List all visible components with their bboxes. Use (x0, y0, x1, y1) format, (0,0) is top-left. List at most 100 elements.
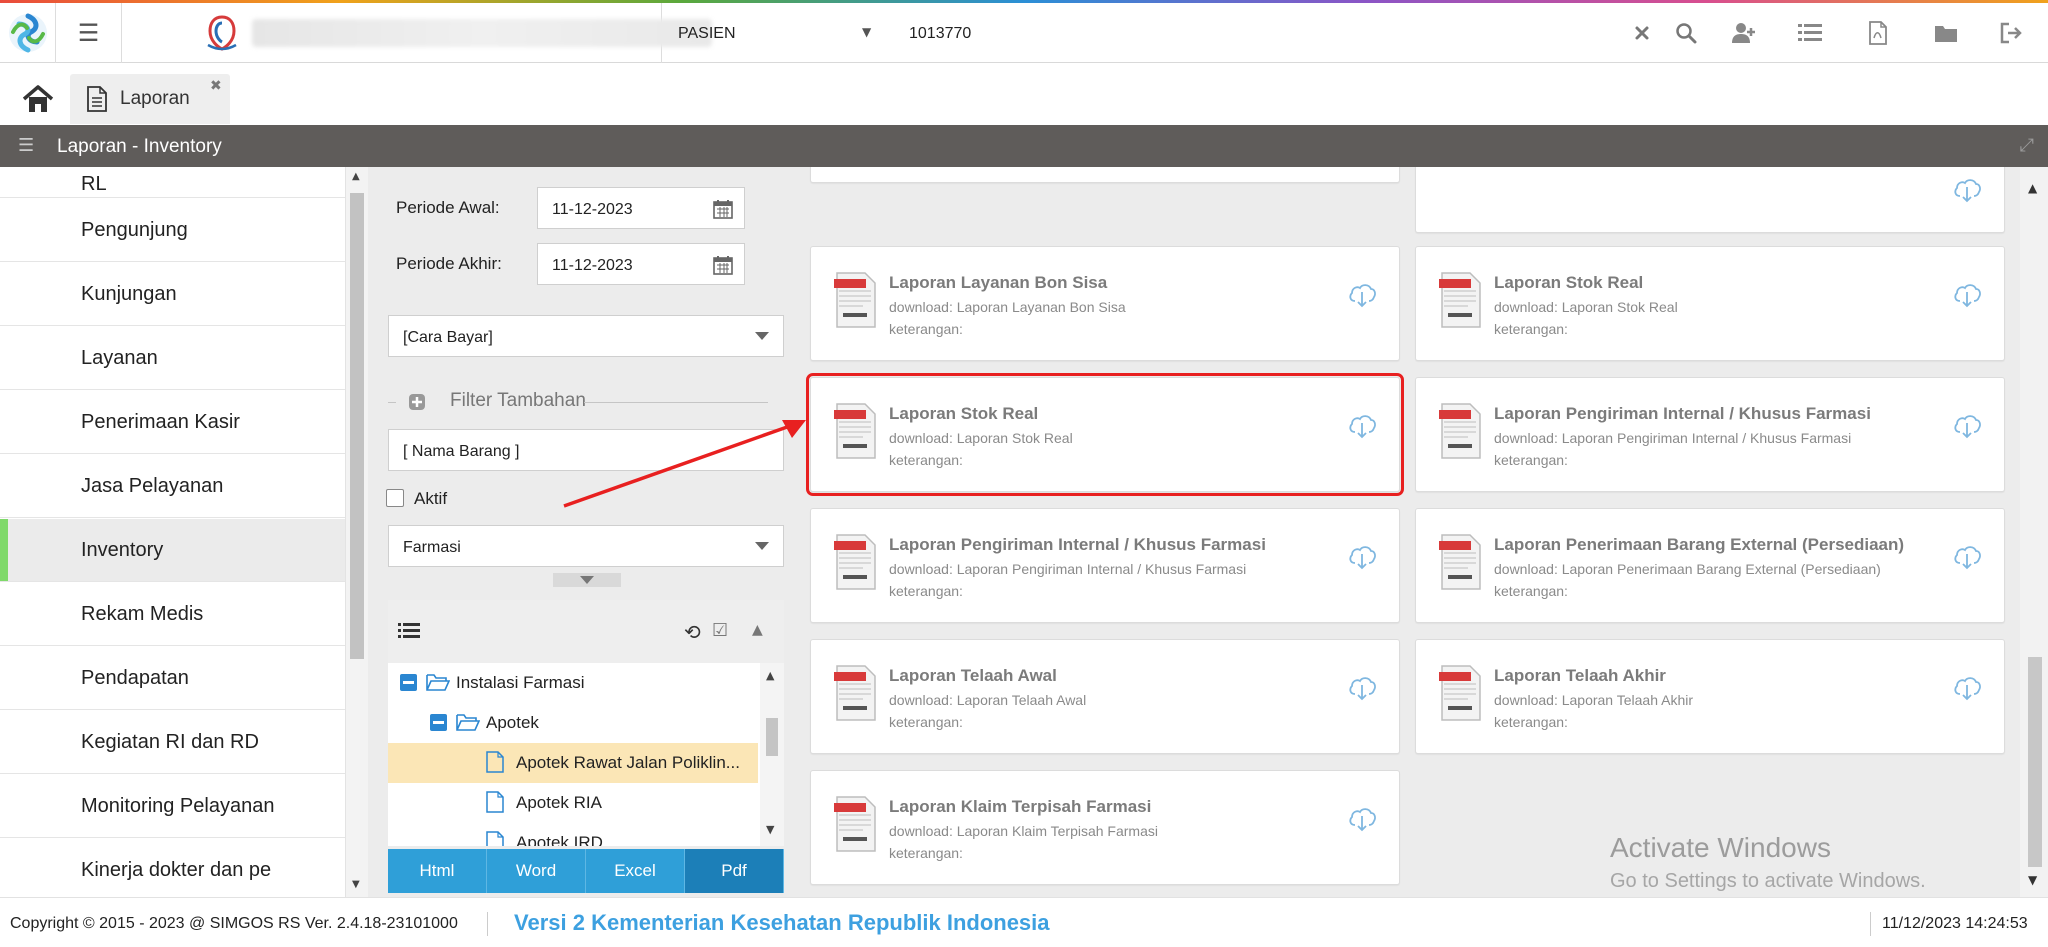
datetime-text: 11/12/2023 14:24:53 (1882, 915, 2028, 932)
collapse-icon[interactable] (430, 714, 447, 731)
file-icon (486, 751, 504, 773)
calendar-icon[interactable] (712, 254, 734, 276)
cloud-download-icon[interactable] (1347, 410, 1377, 440)
tab-label: Laporan (120, 88, 190, 109)
aktif-checkbox[interactable] (386, 489, 404, 507)
nav-item-kunjungan[interactable]: Kunjungan (0, 263, 345, 326)
nav-item-rl[interactable]: RL (0, 167, 345, 198)
cloud-download-icon[interactable] (1952, 672, 1982, 702)
add-user-icon[interactable] (1730, 19, 1758, 47)
nav-item-penerimaan-kasir[interactable]: Penerimaan Kasir (0, 391, 345, 454)
tree-scrollbar[interactable]: ▲ ▼ (760, 663, 784, 846)
chevron-down-icon[interactable]: ▼ (862, 25, 871, 39)
list-icon[interactable] (1796, 19, 1824, 47)
nav-item-inventory[interactable]: Inventory (0, 519, 345, 582)
report-card[interactable]: Laporan Pengiriman Internal / Khusus Far… (810, 508, 1400, 623)
logout-icon[interactable] (1998, 19, 2026, 47)
footer: Copyright © 2015 - 2023 @ SIMGOS RS Ver.… (0, 897, 2048, 947)
scroll-up-icon[interactable]: ▲ (766, 669, 774, 682)
nav-item-pengunjung[interactable]: Pengunjung (0, 199, 345, 262)
jenis-select[interactable]: Farmasi (388, 525, 784, 567)
report-card-partial[interactable] (1415, 167, 2005, 233)
hamburger-menu-button[interactable]: ☰ (56, 3, 122, 63)
cloud-download-icon[interactable] (1952, 174, 1982, 204)
report-list-scrollbar[interactable]: ▲ ▼ (2020, 167, 2048, 897)
scroll-down-icon[interactable]: ▼ (2028, 873, 2037, 887)
calendar-icon[interactable] (712, 198, 734, 220)
filter-tambahan-toggle[interactable]: Filter Tambahan (388, 390, 768, 414)
file-icon (486, 831, 504, 846)
cloud-download-icon[interactable] (1347, 803, 1377, 833)
nav-item-kegiatan-ri-rd[interactable]: Kegiatan RI dan RD (0, 711, 345, 774)
hamburger-icon[interactable]: ☰ (18, 135, 34, 156)
scroll-up-icon[interactable]: ▲ (2028, 181, 2037, 195)
report-card[interactable]: Laporan Telaah Akhir download: Laporan T… (1415, 639, 2005, 754)
tree-node-label: Apotek RIA (516, 793, 602, 812)
nav-item-monitoring-pelayanan[interactable]: Monitoring Pelayanan (0, 775, 345, 838)
report-card[interactable]: Laporan Telaah Awal download: Laporan Te… (810, 639, 1400, 754)
export-excel-button[interactable]: Excel (586, 849, 685, 893)
tree-node-apotek-ird[interactable]: Apotek IRD (388, 823, 758, 846)
nav-scrollbar[interactable]: ▲ ▼ (346, 167, 368, 897)
report-keterangan: keterangan: (1494, 452, 1568, 468)
nav-item-jasa-pelayanan[interactable]: Jasa Pelayanan (0, 455, 345, 518)
search-input[interactable]: 1013770 (909, 25, 971, 43)
cloud-download-icon[interactable] (1347, 672, 1377, 702)
tab-laporan[interactable]: Laporan ✖ (70, 74, 230, 124)
export-word-button[interactable]: Word (487, 849, 586, 893)
home-icon[interactable] (22, 84, 54, 114)
cloud-download-icon[interactable] (1347, 279, 1377, 309)
tree-node-instalasi-farmasi[interactable]: Instalasi Farmasi (388, 663, 758, 703)
cloud-download-icon[interactable] (1952, 279, 1982, 309)
periode-akhir-input[interactable]: 11-12-2023 (537, 243, 745, 285)
export-format-bar: Html Word Excel Pdf (388, 849, 784, 893)
close-icon[interactable]: ✖ (210, 78, 222, 94)
search-icon[interactable] (1672, 19, 1700, 47)
nav-item-rekam-medis[interactable]: Rekam Medis (0, 583, 345, 646)
nav-item-kinerja-dokter[interactable]: Kinerja dokter dan pe (0, 839, 345, 897)
periode-awal-input[interactable]: 11-12-2023 (537, 187, 745, 229)
export-html-button[interactable]: Html (388, 849, 487, 893)
folder-icon[interactable] (1932, 19, 1960, 47)
report-card-highlighted[interactable]: Laporan Stok Real download: Laporan Stok… (806, 373, 1404, 496)
tree-node-apotek-ria[interactable]: Apotek RIA (388, 783, 758, 823)
pdf-report-icon (834, 534, 876, 590)
plus-square-icon[interactable] (408, 393, 426, 411)
app-logo[interactable] (0, 3, 56, 63)
cloud-download-icon[interactable] (1952, 541, 1982, 571)
tree-node-label: Apotek IRD (516, 833, 603, 846)
report-card-partial[interactable] (810, 167, 1400, 183)
nav-item-pendapatan[interactable]: Pendapatan (0, 647, 345, 710)
pdf-icon[interactable] (1864, 19, 1892, 47)
report-card[interactable]: Laporan Stok Real download: Laporan Stok… (1415, 246, 2005, 361)
chevron-up-icon[interactable]: ▲ (752, 622, 763, 638)
scrollbar-thumb[interactable] (766, 718, 778, 756)
tree-node-apotek[interactable]: Apotek (388, 703, 758, 743)
scroll-down-icon[interactable]: ▼ (766, 823, 774, 836)
report-card[interactable]: Laporan Layanan Bon Sisa download: Lapor… (810, 246, 1400, 361)
export-pdf-button[interactable]: Pdf (685, 849, 784, 893)
expand-icon[interactable]: ⤢ (2020, 135, 2034, 156)
collapse-handle[interactable] (553, 573, 621, 587)
scroll-up-icon[interactable]: ▲ (352, 171, 360, 182)
cara-bayar-select[interactable]: [Cara Bayar] (388, 315, 784, 357)
clear-icon[interactable] (1628, 19, 1656, 47)
report-download-text: download: Laporan Stok Real (1494, 299, 1678, 315)
tree-node-apotek-rawat-jalan[interactable]: Apotek Rawat Jalan Poliklin... (388, 743, 758, 783)
search-type-select[interactable]: PASIEN (678, 25, 736, 43)
report-card[interactable]: Laporan Penerimaan Barang External (Pers… (1415, 508, 2005, 623)
history-icon[interactable]: ⟲ (684, 620, 701, 644)
report-card[interactable]: Laporan Klaim Terpisah Farmasi download:… (810, 770, 1400, 885)
nav-item-layanan[interactable]: Layanan (0, 327, 345, 390)
collapse-icon[interactable] (400, 674, 417, 691)
report-keterangan: keterangan: (889, 452, 963, 468)
scrollbar-thumb[interactable] (2028, 657, 2042, 867)
check-square-icon[interactable]: ☑ (712, 620, 728, 641)
report-card[interactable]: Laporan Pengiriman Internal / Khusus Far… (1415, 377, 2005, 492)
nama-barang-input[interactable]: [ Nama Barang ] (388, 429, 784, 471)
cloud-download-icon[interactable] (1347, 541, 1377, 571)
scrollbar-thumb[interactable] (350, 193, 364, 659)
scroll-down-icon[interactable]: ▼ (352, 879, 360, 890)
cloud-download-icon[interactable] (1952, 410, 1982, 440)
tree-node-label: Instalasi Farmasi (456, 673, 585, 692)
